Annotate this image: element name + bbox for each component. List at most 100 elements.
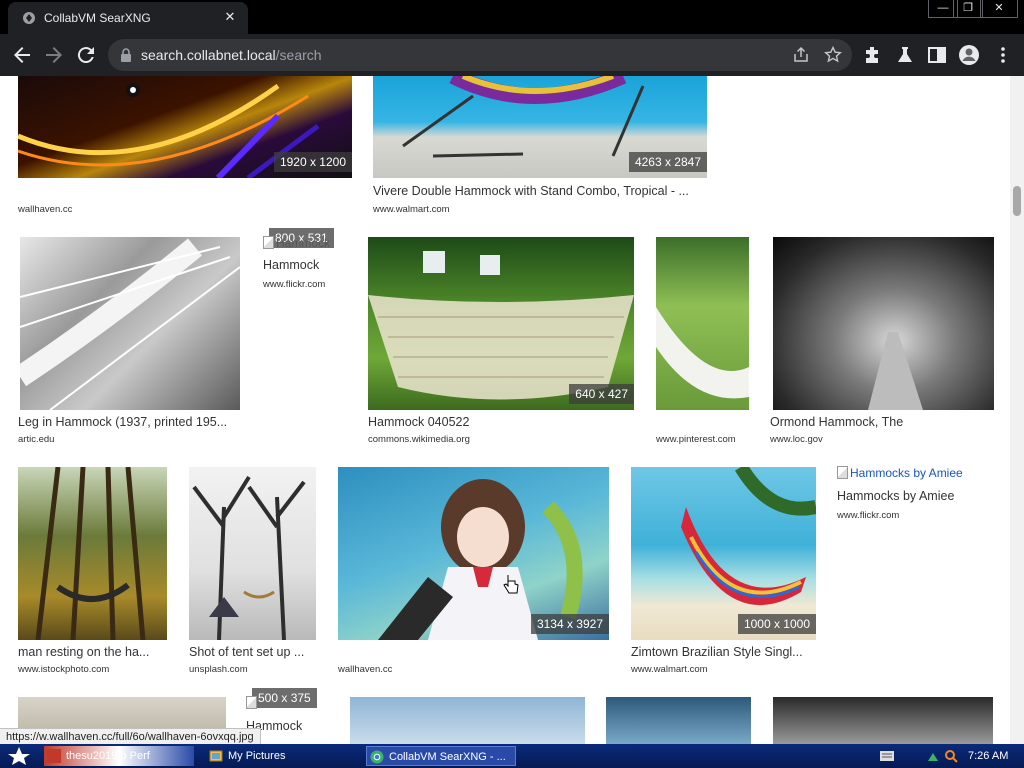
browser-tab[interactable]: CollabVM SearXNG ✕ xyxy=(8,2,248,34)
bookmark-star-icon[interactable] xyxy=(824,46,842,64)
result-thumbnail[interactable]: 640 x 427 xyxy=(368,237,634,410)
result-thumbnail[interactable] xyxy=(773,697,993,744)
search-magnifier-icon[interactable] xyxy=(944,749,958,763)
task-label: My Pictures xyxy=(228,750,286,762)
result-title[interactable]: Vivere Double Hammock with Stand Combo, … xyxy=(373,184,707,198)
folder-pictures-icon xyxy=(209,750,223,762)
browser-toolbar: search.collabnet.local/search xyxy=(0,34,1024,76)
result-source-url[interactable]: www.walmart.com xyxy=(631,664,708,675)
image-result-card[interactable]: Ormond Hammock, The www.loc.gov xyxy=(770,237,994,447)
result-thumbnail[interactable] xyxy=(656,237,749,410)
result-source-url[interactable]: www.istockphoto.com xyxy=(18,664,109,675)
image-result-card[interactable]: man resting on the ha... www.istockphoto… xyxy=(18,467,167,677)
resolution-badge: 1920 x 1200 xyxy=(273,152,352,172)
task-label: thesu2019.b Perf xyxy=(66,750,150,762)
broken-image-icon xyxy=(246,696,257,709)
image-result-card[interactable]: 1920 x 1200 wallhaven.cc xyxy=(18,76,352,216)
result-source-url[interactable]: commons.wikimedia.org xyxy=(368,434,470,445)
result-thumbnail[interactable] xyxy=(606,697,751,744)
url-text[interactable]: search.collabnet.local/search xyxy=(141,47,322,63)
image-result-card[interactable]: 1000 x 1000 Zimtown Brazilian Style Sing… xyxy=(631,467,816,677)
image-result-card[interactable]: www.pinterest.com xyxy=(656,237,749,447)
taskbar-task-my-pictures[interactable]: My Pictures xyxy=(206,746,356,766)
result-title[interactable]: Zimtown Brazilian Style Singl... xyxy=(631,645,816,659)
image-result-card[interactable]: 640 x 427 Hammock 040522 commons.wikimed… xyxy=(368,237,634,447)
lock-icon[interactable] xyxy=(120,48,132,62)
image-result-card[interactable]: Shot of tent set up ... unsplash.com xyxy=(189,467,316,677)
side-panel-icon[interactable] xyxy=(926,44,948,66)
reload-icon[interactable] xyxy=(74,43,98,67)
image-result-card[interactable]: 800 x 531 Hammock Hammock www.flickr.com xyxy=(263,228,345,298)
result-source-url[interactable]: www.walmart.com xyxy=(373,204,450,215)
network-icon[interactable] xyxy=(926,749,940,763)
result-source-url[interactable]: artic.edu xyxy=(18,434,54,445)
task-label: CollabVM SearXNG - ... xyxy=(389,751,506,763)
keyboard-icon[interactable] xyxy=(880,751,894,761)
chrome-browser-icon xyxy=(370,750,384,764)
broken-image-alt: Hammock xyxy=(276,236,331,250)
broken-image-alt: Hammocks by Amiee xyxy=(850,466,963,480)
result-source-url[interactable]: www.pinterest.com xyxy=(656,434,736,445)
back-arrow-icon[interactable] xyxy=(10,43,34,67)
result-thumbnail[interactable]: 1000 x 1000 xyxy=(631,467,816,640)
resolution-badge: 3134 x 3927 xyxy=(530,614,609,634)
bw-forest-road-photo xyxy=(868,332,923,410)
image-result-card[interactable] xyxy=(773,697,993,744)
taskbar-task-powerpoint[interactable]: thesu2019.b Perf xyxy=(44,746,194,766)
result-source-url[interactable]: www.loc.gov xyxy=(770,434,823,445)
result-thumbnail[interactable]: 4263 x 2847 xyxy=(373,76,707,178)
result-source-url[interactable]: wallhaven.cc xyxy=(18,204,72,215)
image-result-card[interactable]: Hammocks by Amiee Hammocks by Amiee www.… xyxy=(837,466,997,526)
result-title[interactable]: Hammocks by Amiee xyxy=(837,489,954,503)
page-scrollbar[interactable] xyxy=(1010,76,1024,744)
tab-close-icon[interactable]: ✕ xyxy=(222,9,238,25)
image-result-card[interactable] xyxy=(606,697,751,744)
tab-title: CollabVM SearXNG xyxy=(44,11,151,25)
forward-arrow-icon[interactable] xyxy=(42,43,66,67)
broken-image-placeholder: Hammocks by Amiee xyxy=(837,466,963,480)
hand-cursor-icon xyxy=(503,575,519,594)
result-title[interactable]: Ormond Hammock, The xyxy=(770,415,903,429)
taskbar-clock: 7:26 AM xyxy=(968,750,1009,762)
result-title[interactable]: man resting on the ha... xyxy=(18,645,149,659)
labs-flask-icon[interactable] xyxy=(894,44,916,66)
result-thumbnail[interactable] xyxy=(350,697,585,744)
result-thumbnail[interactable] xyxy=(20,237,240,410)
searxng-favicon-icon xyxy=(23,12,35,24)
result-source-url[interactable]: www.flickr.com xyxy=(263,279,325,290)
result-title[interactable]: Hammock xyxy=(263,258,319,272)
search-results-page: 1920 x 1200 wallhaven.cc 4263 x 2847 Viv… xyxy=(0,76,1024,744)
url-path: /search xyxy=(275,47,322,63)
url-host: search.collabnet.local xyxy=(141,47,276,63)
start-star-icon[interactable] xyxy=(4,746,34,766)
kebab-menu-icon[interactable] xyxy=(992,44,1014,66)
image-result-card[interactable]: Leg in Hammock (1937, printed 195... art… xyxy=(18,237,240,447)
result-thumbnail[interactable] xyxy=(773,237,994,410)
forest-hammock-photo xyxy=(35,467,146,640)
taskbar-task-browser[interactable]: CollabVM SearXNG - ... xyxy=(366,746,516,766)
result-source-url[interactable]: unsplash.com xyxy=(189,664,248,675)
result-title[interactable]: Leg in Hammock (1937, printed 195... xyxy=(18,415,240,429)
scrollbar-thumb[interactable] xyxy=(1013,186,1021,216)
result-thumbnail[interactable] xyxy=(189,467,316,640)
result-thumbnail[interactable]: 1920 x 1200 xyxy=(18,76,352,178)
flag-app-icon xyxy=(47,749,61,763)
resolution-badge: 1000 x 1000 xyxy=(737,614,816,634)
result-source-url[interactable]: www.flickr.com xyxy=(837,510,899,521)
window-restore-button[interactable]: ❐ xyxy=(953,0,983,18)
result-source-url[interactable]: wallhaven.cc xyxy=(338,664,392,675)
image-result-card[interactable]: 4263 x 2847 Vivere Double Hammock with S… xyxy=(373,76,707,216)
window-close-button[interactable]: ✕ xyxy=(980,0,1018,18)
extensions-puzzle-icon[interactable] xyxy=(862,44,884,66)
result-title[interactable]: Shot of tent set up ... xyxy=(189,645,304,659)
result-title[interactable]: Hammock 040522 xyxy=(368,415,469,429)
profile-avatar-icon[interactable] xyxy=(958,44,980,66)
image-result-card[interactable]: 3134 x 3927 wallhaven.cc xyxy=(338,467,609,677)
result-thumbnail[interactable] xyxy=(18,467,167,640)
image-result-card[interactable] xyxy=(350,697,585,744)
address-bar[interactable]: search.collabnet.local/search xyxy=(108,39,852,71)
share-icon[interactable] xyxy=(792,46,810,64)
result-thumbnail[interactable]: 3134 x 3927 xyxy=(338,467,609,640)
windows-taskbar: thesu2019.b Perf My Pictures CollabVM Se… xyxy=(0,744,1024,768)
resolution-badge: 500 x 375 xyxy=(252,688,317,708)
